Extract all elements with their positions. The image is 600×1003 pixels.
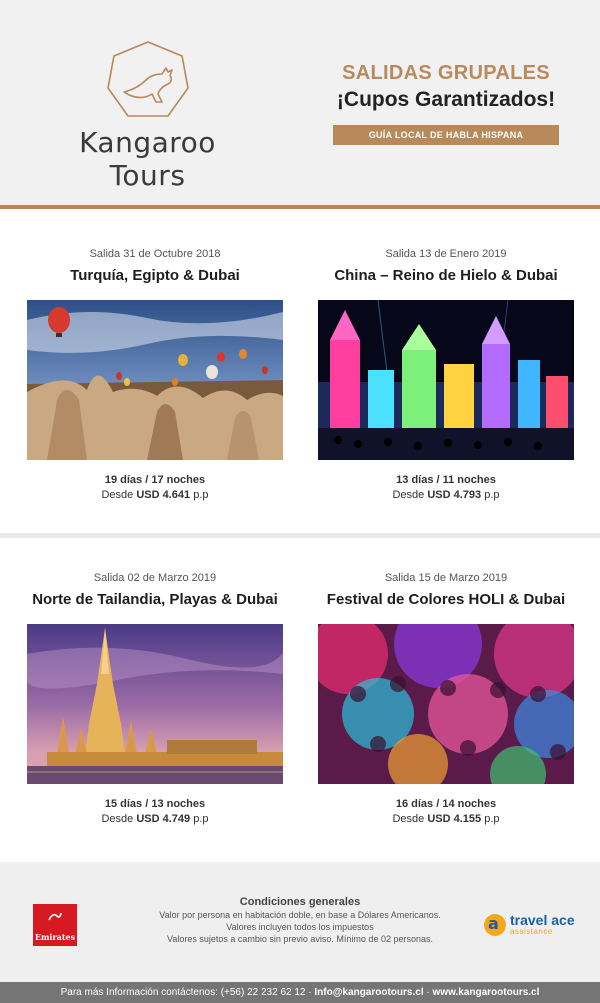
- tour-price: Desde USD 4.793 p.p: [392, 489, 500, 501]
- tour-duration: 15 días / 13 noches: [104, 798, 206, 810]
- travel-ace-name: travel ace: [510, 912, 575, 928]
- conditions-title: Condiciones generales: [239, 896, 361, 908]
- tour-card[interactable]: Salida 02 de Marzo 2019 Norte de Tailand…: [27, 572, 283, 825]
- tour-date: Salida 13 de Enero 2019: [385, 248, 507, 260]
- tour-date: Salida 31 de Octubre 2018: [89, 248, 221, 260]
- travel-ace-letter-icon: a: [488, 914, 499, 933]
- tour-date: Salida 02 de Marzo 2019: [93, 572, 217, 584]
- tour-image-holi[interactable]: [318, 624, 574, 784]
- footer: Emirates Condiciones generales Valor por…: [0, 862, 600, 982]
- tour-title[interactable]: Festival de Colores HOLI & Dubai: [318, 591, 574, 608]
- contact-prefix: Para más Información contáctenos:: [60, 987, 218, 998]
- conditions: Condiciones generales Valor por persona …: [130, 896, 470, 944]
- kangaroo-logo-icon: [107, 41, 189, 117]
- tour-card[interactable]: Salida 13 de Enero 2019 China – Reino de…: [318, 248, 574, 501]
- conditions-line: Valores incluyen todos los impuestos: [226, 922, 374, 932]
- travel-ace-sub: assistance: [510, 927, 553, 936]
- promo-block: SALIDAS GRUPALES ¡Cupos Garantizados! GU…: [330, 62, 562, 145]
- tour-duration: 19 días / 17 noches: [104, 474, 206, 486]
- contact-bar: Para más Información contáctenos: (+56) …: [0, 982, 600, 1003]
- tour-duration: 16 días / 14 noches: [395, 798, 497, 810]
- contact-email-link[interactable]: Info@kangarootours.cl: [314, 987, 423, 998]
- promo-badge: GUÍA LOCAL DE HABLA HISPANA: [333, 125, 559, 145]
- emirates-calligraphy-icon: [48, 912, 62, 921]
- conditions-line: Valor por persona en habitación doble, e…: [159, 910, 441, 920]
- promo-subtitle: ¡Cupos Garantizados!: [336, 88, 556, 111]
- header: Kangaroo Tours SALIDAS GRUPALES ¡Cupos G…: [0, 0, 600, 205]
- brand-name: Kangaroo Tours: [79, 126, 216, 192]
- tour-title[interactable]: China – Reino de Hielo & Dubai: [318, 267, 574, 284]
- tour-title[interactable]: Turquía, Egipto & Dubai: [27, 267, 283, 284]
- tour-card[interactable]: Salida 15 de Marzo 2019 Festival de Colo…: [318, 572, 574, 825]
- emirates-logo: Emirates: [33, 904, 77, 946]
- tour-date: Salida 15 de Marzo 2019: [384, 572, 508, 584]
- tours-row-1: Salida 31 de Octubre 2018 Turquía, Egipt…: [0, 209, 600, 533]
- emirates-text: Emirates: [34, 932, 76, 942]
- promo-title: SALIDAS GRUPALES: [342, 62, 550, 84]
- tours-row-2: Salida 02 de Marzo 2019 Norte de Tailand…: [0, 538, 600, 862]
- contact-web-link[interactable]: www.kangarootours.cl: [433, 987, 540, 998]
- tour-title[interactable]: Norte de Tailandia, Playas & Dubai: [27, 591, 283, 608]
- tour-duration: 13 días / 11 noches: [396, 474, 496, 486]
- contact-phone[interactable]: (+56) 22 232 62 12: [221, 987, 306, 998]
- tour-card[interactable]: Salida 31 de Octubre 2018 Turquía, Egipt…: [27, 248, 283, 501]
- tour-image-cappadocia[interactable]: [27, 300, 283, 460]
- conditions-line: Valores sujetos a cambio sin previo avis…: [167, 934, 433, 944]
- tour-price: Desde USD 4.155 p.p: [392, 813, 500, 825]
- travel-ace-logo: a travel ace assistance: [484, 912, 584, 942]
- tour-price: Desde USD 4.641 p.p: [101, 489, 209, 501]
- tour-image-ice-castle[interactable]: [318, 300, 574, 460]
- tour-image-thai-temple[interactable]: [27, 624, 283, 784]
- tour-price: Desde USD 4.749 p.p: [101, 813, 209, 825]
